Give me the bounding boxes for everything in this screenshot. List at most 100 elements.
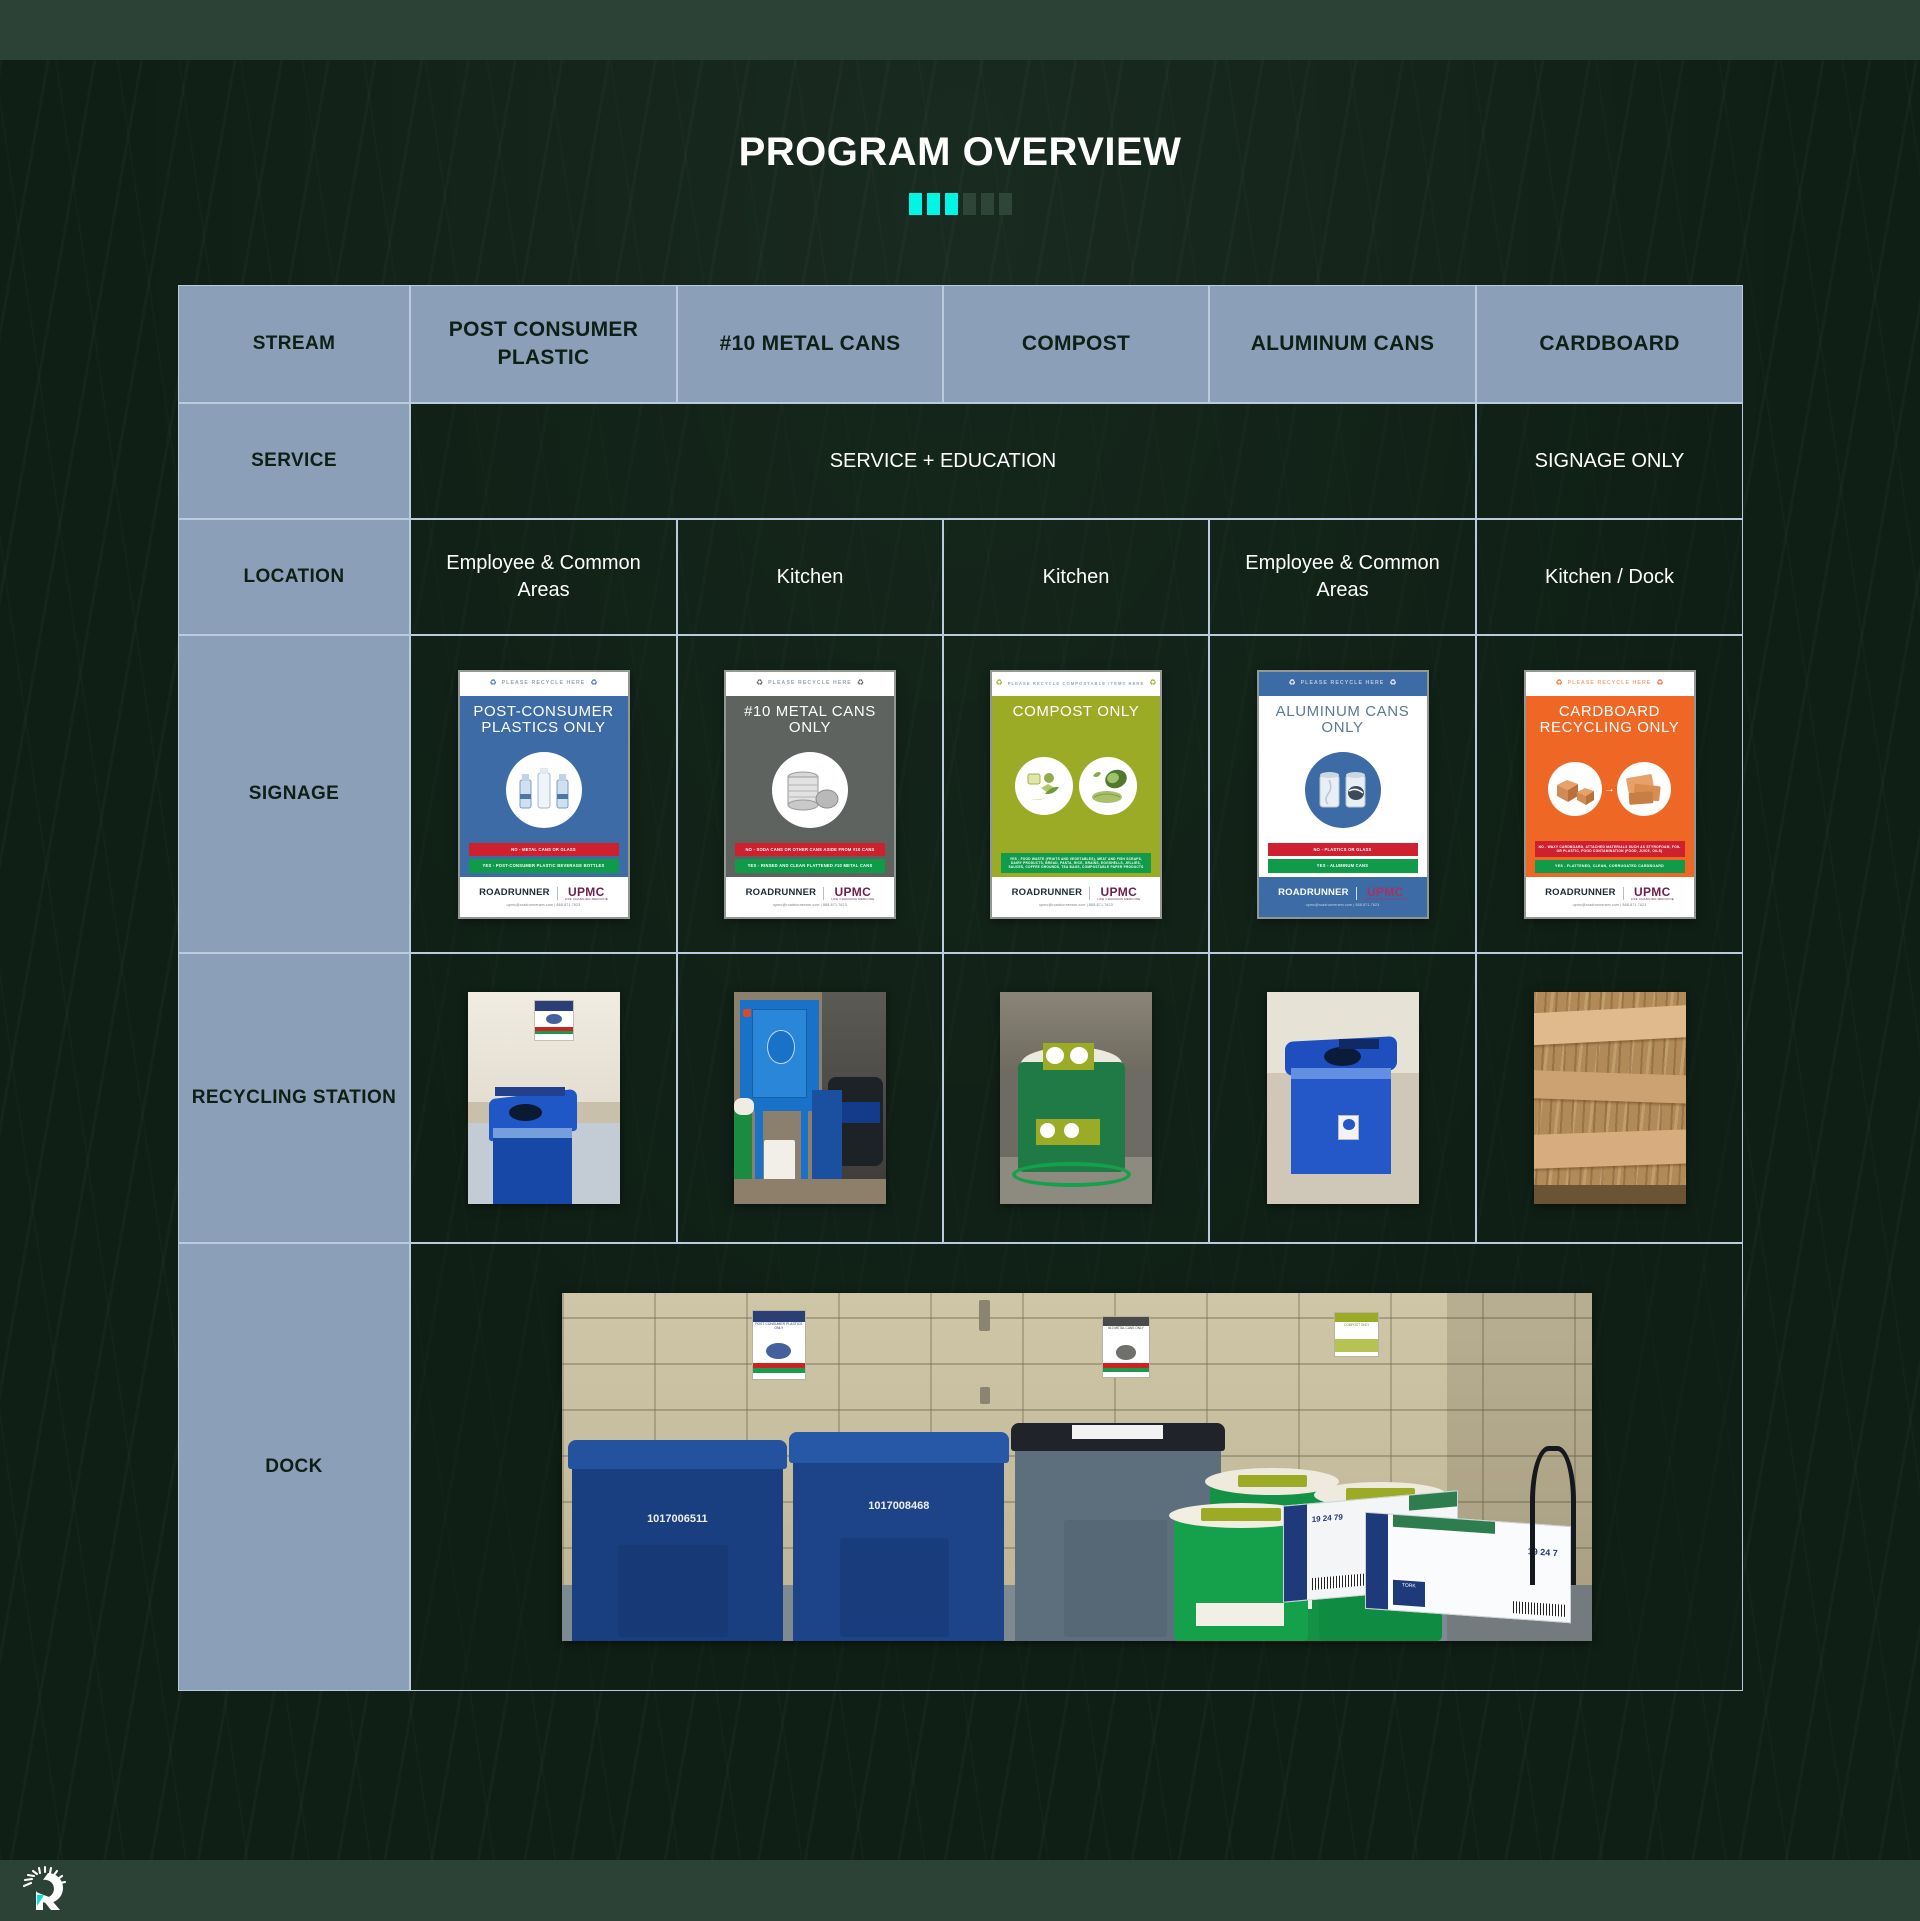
column-header-metal-cans: #10 METAL CANS — [677, 285, 943, 403]
plastic-bottles-icon — [505, 752, 582, 829]
accent-bar-5 — [980, 193, 994, 215]
recycle-icon: ♻ — [856, 678, 865, 688]
brand-divider — [556, 886, 558, 900]
table-row-stream: STREAM POST CONSUMER PLASTIC #10 METAL C… — [178, 285, 1743, 403]
cardboard-stack-photo — [1533, 992, 1686, 1204]
poster-brands: ROADRUNNER UPMC LIFE CHANGING MEDICINE — [746, 886, 875, 901]
accent-bar-2 — [926, 193, 940, 215]
wall-bracket — [979, 1386, 990, 1405]
poster-header-bar: ♻ PLEASE RECYCLE HERE ♻ — [459, 671, 628, 696]
column-header-aluminum: ALUMINUM CANS — [1209, 285, 1476, 403]
roadrunner-wordmark: ROADRUNNER — [1545, 886, 1616, 898]
poster-header-text: PLEASE RECYCLE HERE — [501, 679, 586, 686]
location-metal-cans: Kitchen — [677, 519, 943, 635]
poster-footer: ROADRUNNER UPMC LIFE CHANGING MEDICINE up… — [992, 876, 1160, 917]
poster-brands: ROADRUNNER UPMC LIFE CHANGING MEDICINE — [1278, 886, 1407, 901]
poster-header-bar: ♻ PLEASE RECYCLE HERE ♻ — [1258, 671, 1427, 696]
poster-title: #10 METAL CANS ONLY — [744, 702, 876, 737]
blue-bin-2: 1017008468 — [789, 1432, 1009, 1641]
poster-title: COMPOST ONLY — [1012, 702, 1140, 720]
location-aluminum: Employee & Common Areas — [1209, 519, 1476, 635]
poster-title: CARDBOARD RECYCLING ONLY — [1539, 702, 1680, 737]
poster-yes-rule: YES - FLATTENED, CLEAN, CORRUGATED CARDB… — [1534, 860, 1685, 873]
aluminum-cans-bin-photo — [1266, 992, 1419, 1204]
food-scraps-icon — [1015, 757, 1073, 816]
column-header-cardboard: CARDBOARD — [1476, 285, 1743, 403]
location-plastic: Employee & Common Areas — [410, 519, 677, 635]
cart-handle — [1529, 1446, 1577, 1586]
footer-bar — [0, 1860, 1920, 1920]
brand-divider — [1089, 886, 1091, 900]
station-cell-cardboard — [1476, 953, 1743, 1243]
accent-bar-6 — [998, 193, 1012, 215]
poster-icon-area: → — [1548, 737, 1671, 841]
column-header-plastic: POST CONSUMER PLASTIC — [410, 285, 677, 403]
poster-body: CARDBOARD RECYCLING ONLY → NO - WAXY CAR… — [1526, 696, 1694, 877]
metal-can-icon — [772, 752, 848, 829]
arrow-icon: → — [1604, 782, 1615, 795]
metal-cans-poster: ♻ PLEASE RECYCLE HERE ♻ #10 METAL CANS O… — [726, 671, 894, 917]
location-compost: Kitchen — [943, 519, 1209, 635]
recycle-icon: ♻ — [1149, 678, 1157, 688]
poster-footer: ROADRUNNER UPMC LIFE CHANGING MEDICINE up… — [459, 876, 628, 917]
signage-cell-compost: ♻ PLEASE RECYCLE COMPOSTABLE ITEMS HERE … — [943, 635, 1209, 953]
poster-header-bar: ♻ PLEASE RECYCLE HERE ♻ — [1525, 671, 1694, 696]
upmc-wordmark: UPMC LIFE CHANGING MEDICINE — [1363, 884, 1407, 901]
table-row-recycling-station: RECYCLING STATION — [178, 953, 1743, 1243]
poster-header-bar: ♻ PLEASE RECYCLE COMPOSTABLE ITEMS HERE … — [992, 671, 1160, 696]
signage-cell-metal-cans: ♻ PLEASE RECYCLE HERE ♻ #10 METAL CANS O… — [677, 635, 943, 953]
flattened-cardboard-icon — [1617, 761, 1671, 816]
poster-yes-rule: YES - POST-CONSUMER PLASTIC BEVERAGE BOT… — [468, 859, 619, 873]
produce-icon — [1079, 757, 1137, 816]
post-consumer-plastics-poster: ♻ PLEASE RECYCLE HERE ♻ POST-CONSUMER PL… — [459, 671, 628, 917]
poster-contact: upmc@roadrunnerwm.com | 888.871.7623 — [506, 902, 581, 907]
station-cell-metal-cans — [677, 953, 943, 1243]
brand-divider — [1355, 886, 1357, 900]
title-block: PROGRAM OVERVIEW — [0, 130, 1920, 215]
recycle-icon: ♻ — [1555, 678, 1563, 688]
recycle-icon: ♻ — [995, 678, 1003, 688]
row-label-dock: DOCK — [178, 1243, 410, 1691]
recycle-icon: ♻ — [590, 678, 598, 688]
poster-brands: ROADRUNNER UPMC LIFE CHANGING MEDICINE — [479, 886, 608, 901]
wall-sign-metal-cans: #10 METAL CANS ONLY — [1102, 1315, 1150, 1379]
poster-no-rule: NO - METAL CANS OR GLASS — [468, 843, 619, 857]
signage-cell-plastic: ♻ PLEASE RECYCLE HERE ♻ POST-CONSUMER PL… — [410, 635, 677, 953]
poster-body: COMPOST ONLY YES - FOOD WASTE (FRUITS AN… — [992, 696, 1160, 877]
poster-icon-area — [1304, 737, 1381, 843]
program-overview-table: STREAM POST CONSUMER PLASTIC #10 METAL C… — [178, 285, 1743, 1691]
dock-cell: POST CONSUMER PLASTICS ONLY #10 METAL CA… — [410, 1243, 1743, 1691]
poster-rules: NO - SODA CANS OR OTHER CANS ASIDE FROM … — [726, 843, 894, 876]
signage-cell-aluminum: ♻ PLEASE RECYCLE HERE ♻ ALUMINUM CANS ON… — [1209, 635, 1476, 953]
row-label-recycling-station: RECYCLING STATION — [178, 953, 410, 1243]
poster-header-text: PLEASE RECYCLE COMPOSTABLE ITEMS HERE — [1007, 680, 1145, 686]
station-cell-aluminum — [1209, 953, 1476, 1243]
table-row-location: LOCATION Employee & Common Areas Kitchen… — [178, 519, 1743, 635]
poster-header-bar: ♻ PLEASE RECYCLE HERE ♻ — [726, 671, 894, 696]
recycle-icon: ♻ — [489, 678, 497, 688]
poster-header-text: PLEASE RECYCLE HERE — [768, 679, 852, 686]
compost-barrel-photo — [1000, 992, 1152, 1204]
blue-bin-1: 1017006511 — [567, 1439, 788, 1641]
poster-icon-area — [772, 737, 848, 843]
recycle-icon: ♻ — [755, 678, 764, 688]
cardboard-boxes-icon — [1548, 761, 1602, 816]
aluminum-cans-icon — [1304, 752, 1381, 829]
service-signage-only-cell: SIGNAGE ONLY — [1476, 403, 1743, 519]
poster-header-text: PLEASE RECYCLE HERE — [1567, 679, 1652, 686]
brand-divider — [823, 886, 825, 900]
poster-contact: upmc@roadrunnerwm.com | 888.871.7623 — [1305, 902, 1380, 907]
poster-rules: NO - PLASTICS OR GLASS YES - ALUMINUM CA… — [1259, 843, 1427, 876]
poster-no-rule: NO - SODA CANS OR OTHER CANS ASIDE FROM … — [735, 843, 885, 857]
poster-yes-rule: YES - RINSED AND CLEAN FLATTENED #10 MET… — [735, 859, 885, 873]
page-title: PROGRAM OVERVIEW — [738, 130, 1182, 174]
roadrunner-wordmark: ROADRUNNER — [1278, 886, 1349, 898]
upmc-wordmark: UPMC LIFE CHANGING MEDICINE — [564, 884, 608, 901]
recycle-icon: ♻ — [1389, 678, 1397, 688]
roadrunner-wordmark: ROADRUNNER — [479, 886, 550, 898]
poster-contact: upmc@roadrunnerwm.com | 888.871.7623 — [773, 902, 847, 907]
poster-title: POST-CONSUMER PLASTICS ONLY — [473, 702, 614, 737]
poster-rules: NO - METAL CANS OR GLASS YES - POST-CONS… — [460, 843, 628, 876]
roadrunner-wordmark: ROADRUNNER — [1011, 886, 1083, 898]
signage-cell-cardboard: ♻ PLEASE RECYCLE HERE ♻ CARDBOARD RECYCL… — [1476, 635, 1743, 953]
